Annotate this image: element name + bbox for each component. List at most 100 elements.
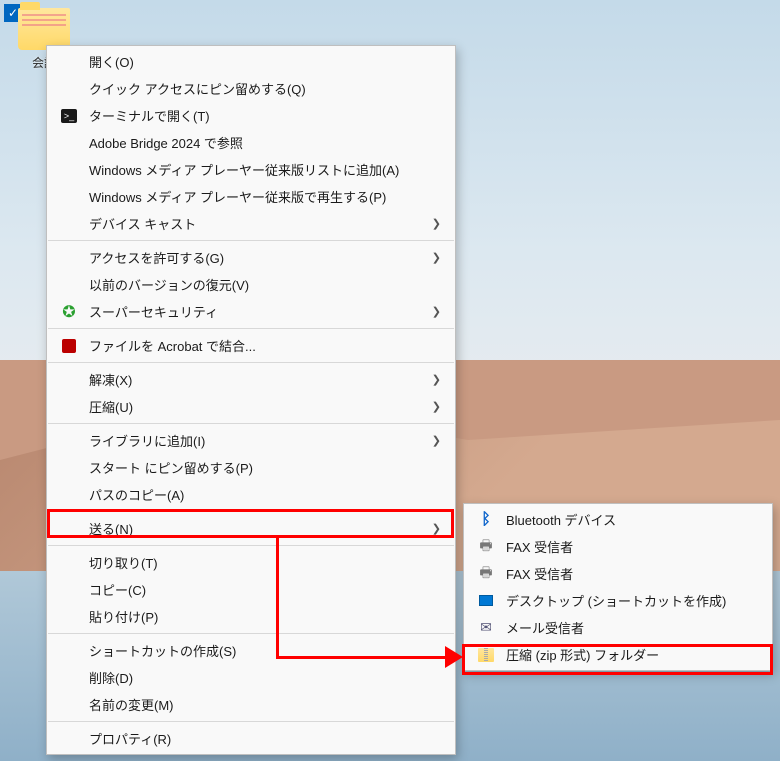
menu-item-label: パスのコピー(A): [89, 485, 441, 504]
menu-item-label: 切り取り(T): [89, 553, 441, 572]
menu-item-label: Windows メディア プレーヤー従来版リストに追加(A): [89, 160, 441, 179]
context-menu-main: 開く(O) クイック アクセスにピン留めする(Q) >_ ターミナルで開く(T) Ado…: [46, 45, 456, 755]
blank-icon: [59, 370, 79, 390]
menu-item-label: 削除(D): [89, 668, 441, 687]
blank-icon: [59, 553, 79, 573]
blank-icon: [59, 668, 79, 688]
menu-item[interactable]: アクセスを許可する(G) ❯: [47, 244, 455, 271]
fax-icon: 🖶: [476, 564, 496, 584]
desktop-icon: [476, 591, 496, 611]
menu-item[interactable]: コピー(C): [47, 576, 455, 603]
menu-item-label: ターミナルで開く(T): [89, 106, 441, 125]
menu-separator: [48, 362, 454, 363]
menu-item[interactable]: ファイルを Acrobat で結合...: [47, 332, 455, 359]
submenu-item[interactable]: ᛒ Bluetooth デバイス: [464, 506, 772, 533]
bt-icon: ᛒ: [476, 510, 496, 530]
menu-item[interactable]: 削除(D): [47, 664, 455, 691]
blank-icon: [59, 214, 79, 234]
menu-item[interactable]: ショートカットの作成(S): [47, 637, 455, 664]
blank-icon: [59, 580, 79, 600]
menu-item[interactable]: デバイス キャスト ❯: [47, 210, 455, 237]
menu-item[interactable]: クイック アクセスにピン留めする(Q): [47, 75, 455, 102]
menu-item-label: Windows メディア プレーヤー従来版で再生する(P): [89, 187, 441, 206]
menu-item[interactable]: >_ ターミナルで開く(T): [47, 102, 455, 129]
menu-item[interactable]: 切り取り(T): [47, 549, 455, 576]
menu-item-label: 圧縮(U): [89, 397, 422, 416]
submenu-item[interactable]: ✉メール受信者: [464, 614, 772, 641]
shield-icon: ✪: [59, 302, 79, 322]
menu-item-label: アクセスを許可する(G): [89, 248, 422, 267]
menu-item-label: コピー(C): [89, 580, 441, 599]
blank-icon: [59, 458, 79, 478]
menu-item-label: 解凍(X): [89, 370, 422, 389]
menu-item[interactable]: 送る(N)❯: [47, 515, 455, 542]
menu-item[interactable]: スタート にピン留めする(P): [47, 454, 455, 481]
menu-item[interactable]: 開く(O): [47, 48, 455, 75]
blank-icon: [59, 641, 79, 661]
menu-separator: [48, 328, 454, 329]
submenu-item[interactable]: 圧縮 (zip 形式) フォルダー: [464, 641, 772, 668]
menu-item[interactable]: 以前のバージョンの復元(V): [47, 271, 455, 298]
menu-item-label: プロパティ(R): [89, 729, 441, 748]
menu-item[interactable]: Windows メディア プレーヤー従来版で再生する(P): [47, 183, 455, 210]
submenu-item-label: メール受信者: [506, 618, 758, 637]
menu-separator: [48, 511, 454, 512]
annotation-arrow-icon: [445, 646, 463, 668]
blank-icon: [59, 275, 79, 295]
menu-item-label: スーパーセキュリティ: [89, 302, 422, 321]
blank-icon: [59, 729, 79, 749]
blank-icon: [59, 607, 79, 627]
fax-icon: 🖶: [476, 537, 496, 557]
blank-icon: [59, 160, 79, 180]
chevron-right-icon: ❯: [432, 217, 441, 230]
menu-separator: [48, 545, 454, 546]
menu-item-label: スタート にピン留めする(P): [89, 458, 441, 477]
menu-item[interactable]: Windows メディア プレーヤー従来版リストに追加(A): [47, 156, 455, 183]
chevron-right-icon: ❯: [432, 251, 441, 264]
submenu-item[interactable]: 🖶 FAX 受信者: [464, 560, 772, 587]
chevron-right-icon: ❯: [432, 373, 441, 386]
chevron-right-icon: ❯: [432, 522, 441, 535]
menu-item-label: ファイルを Acrobat で結合...: [89, 336, 441, 355]
blank-icon: [59, 397, 79, 417]
submenu-item-label: デスクトップ (ショートカットを作成): [506, 591, 758, 610]
menu-item-label: クイック アクセスにピン留めする(Q): [89, 79, 441, 98]
submenu-item-label: FAX 受信者: [506, 537, 758, 556]
blank-icon: [59, 52, 79, 72]
menu-item[interactable]: Adobe Bridge 2024 で参照: [47, 129, 455, 156]
annotation-line: [276, 656, 451, 659]
submenu-item[interactable]: デスクトップ (ショートカットを作成): [464, 587, 772, 614]
submenu-item-label: Bluetooth デバイス: [506, 510, 758, 529]
submenu-item[interactable]: 🖶 FAX 受信者: [464, 533, 772, 560]
menu-item-label: 開く(O): [89, 52, 441, 71]
menu-item[interactable]: 圧縮(U) ❯: [47, 393, 455, 420]
blank-icon: [59, 187, 79, 207]
menu-item[interactable]: ライブラリに追加(I) ❯: [47, 427, 455, 454]
menu-item[interactable]: 名前の変更(M): [47, 691, 455, 718]
blank-icon: [59, 519, 79, 539]
submenu-item-label: FAX 受信者: [506, 564, 758, 583]
blank-icon: [59, 79, 79, 99]
folder-icon: [18, 8, 70, 50]
blank-icon: [59, 485, 79, 505]
submenu-item-label: 圧縮 (zip 形式) フォルダー: [506, 645, 758, 664]
menu-item-label: 貼り付け(P): [89, 607, 441, 626]
chevron-right-icon: ❯: [432, 400, 441, 413]
terminal-icon: >_: [59, 106, 79, 126]
context-menu-sendto: ᛒ Bluetooth デバイス 🖶 FAX 受信者 🖶 FAX 受信者デスクトップ (シ…: [463, 503, 773, 671]
menu-item[interactable]: プロパティ(R): [47, 725, 455, 752]
menu-item[interactable]: ✪スーパーセキュリティ❯: [47, 298, 455, 325]
menu-separator: [48, 423, 454, 424]
menu-item[interactable]: 解凍(X) ❯: [47, 366, 455, 393]
menu-item-label: ライブラリに追加(I): [89, 431, 422, 450]
zip-icon: [476, 645, 496, 665]
blank-icon: [59, 133, 79, 153]
menu-item-label: Adobe Bridge 2024 で参照: [89, 133, 441, 152]
menu-item[interactable]: 貼り付け(P): [47, 603, 455, 630]
blank-icon: [59, 431, 79, 451]
menu-item-label: デバイス キャスト: [89, 214, 422, 233]
annotation-line: [276, 538, 279, 658]
menu-separator: [48, 721, 454, 722]
chevron-right-icon: ❯: [432, 434, 441, 447]
menu-item[interactable]: パスのコピー(A): [47, 481, 455, 508]
